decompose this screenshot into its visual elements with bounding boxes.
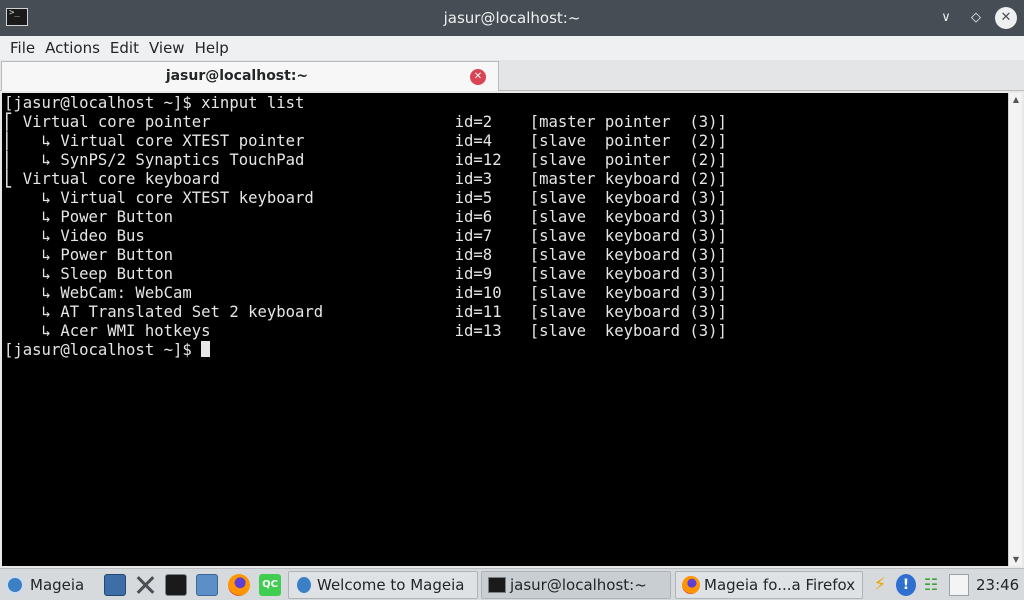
clock[interactable]: 23:46 [976,574,1019,596]
terminal-prompt-line: [jasur@localhost ~]$ [4,341,727,360]
terminal-line: ↳ WebCam: WebCam id=10 [slave keyboard (… [4,284,727,302]
task-welcome-to-mageia[interactable]: Welcome to Mageia [288,571,478,599]
firefox-icon [682,576,700,594]
tab-label: jasur@localhost:~ [165,68,309,84]
terminal-text: [jasur@localhost ~]$ xinput list ⎡ Virtua… [4,94,727,360]
scroll-up-icon[interactable]: ▲ [1009,93,1023,106]
task-firefox[interactable]: Mageia fo...a Firefox [675,571,863,599]
menu-edit[interactable]: Edit [105,36,144,57]
tools-icon[interactable] [134,574,156,596]
window-titlebar[interactable]: jasur@localhost:~ ∨ ◇ ✕ [0,0,1024,36]
menu-file[interactable]: File [0,36,40,57]
task-label: Welcome to Mageia [317,576,465,594]
tab-terminal[interactable]: jasur@localhost:~ ✕ [1,61,499,91]
start-label: Mageia [30,576,85,594]
qt-creator-icon[interactable]: QC [259,574,281,596]
text-cursor [201,341,211,357]
scrollbar[interactable]: ▲ ▼ [1008,93,1022,566]
scroll-down-icon[interactable]: ▼ [1009,553,1023,566]
task-label: jasur@localhost:~ [510,576,647,594]
terminal-line: ↳ Sleep Button id=9 [slave keyboard (3)] [4,265,727,283]
terminal-line: ↳ Acer WMI hotkeys id=13 [slave keyboard… [4,322,727,340]
terminal-line: ↳ Virtual core XTEST keyboard id=5 [slav… [4,189,727,207]
desktop-icon[interactable] [104,574,126,596]
terminal-line: ↳ Power Button id=8 [slave keyboard (3)] [4,246,727,264]
firefox-icon[interactable] [228,574,250,596]
terminal-line: [jasur@localhost ~]$ xinput list [4,94,305,112]
mageia-icon [297,577,311,593]
mageia-icon [6,576,24,594]
konsole-icon[interactable] [165,574,187,596]
tab-bar: jasur@localhost:~ ✕ [0,60,1024,91]
terminal-line: ↳ Video Bus id=7 [slave keyboard (3)] [4,227,727,245]
terminal-prompt: [jasur@localhost ~]$ [4,341,202,359]
terminal-icon [488,577,506,593]
terminal-line: ⎡ Virtual core pointer id=2 [master poin… [4,113,727,131]
terminal-line: ⎜ ↳ Virtual core XTEST pointer id=4 [sla… [4,132,727,150]
minimize-button[interactable]: ∨ [936,8,956,28]
wifi-icon[interactable]: ☷ [921,574,941,596]
terminal-output[interactable]: [jasur@localhost ~]$ xinput list ⎡ Virtua… [2,93,1008,566]
terminal-line: ⎣ Virtual core keyboard id=3 [master key… [4,170,727,188]
menu-help[interactable]: Help [190,36,234,57]
maximize-button[interactable]: ◇ [966,8,986,28]
tab-close-icon[interactable]: ✕ [470,69,486,85]
menu-actions[interactable]: Actions [40,36,105,57]
menu-view[interactable]: View [144,36,190,57]
power-icon[interactable]: ⚡ [870,574,890,596]
task-label: Mageia fo...a Firefox [704,576,856,594]
close-window-button[interactable]: ✕ [995,7,1017,29]
window-title: jasur@localhost:~ [443,9,581,27]
terminal-line: ↳ AT Translated Set 2 keyboard id=11 [sl… [4,303,727,321]
file-manager-icon[interactable] [196,574,218,596]
task-terminal[interactable]: jasur@localhost:~ [481,571,671,599]
menu-bar: File Actions Edit View Help [0,36,1024,60]
start-menu-button[interactable]: Mageia [4,573,84,597]
taskbar: Mageia QC Welcome to Mageia jasur@localh… [0,568,1024,600]
updates-icon[interactable]: ! [896,574,916,596]
terminal-line: ⎜ ↳ SynPS/2 Synaptics TouchPad id=12 [sl… [4,151,727,169]
terminal-line: ↳ Power Button id=6 [slave keyboard (3)] [4,208,727,226]
notes-icon[interactable] [949,574,969,596]
